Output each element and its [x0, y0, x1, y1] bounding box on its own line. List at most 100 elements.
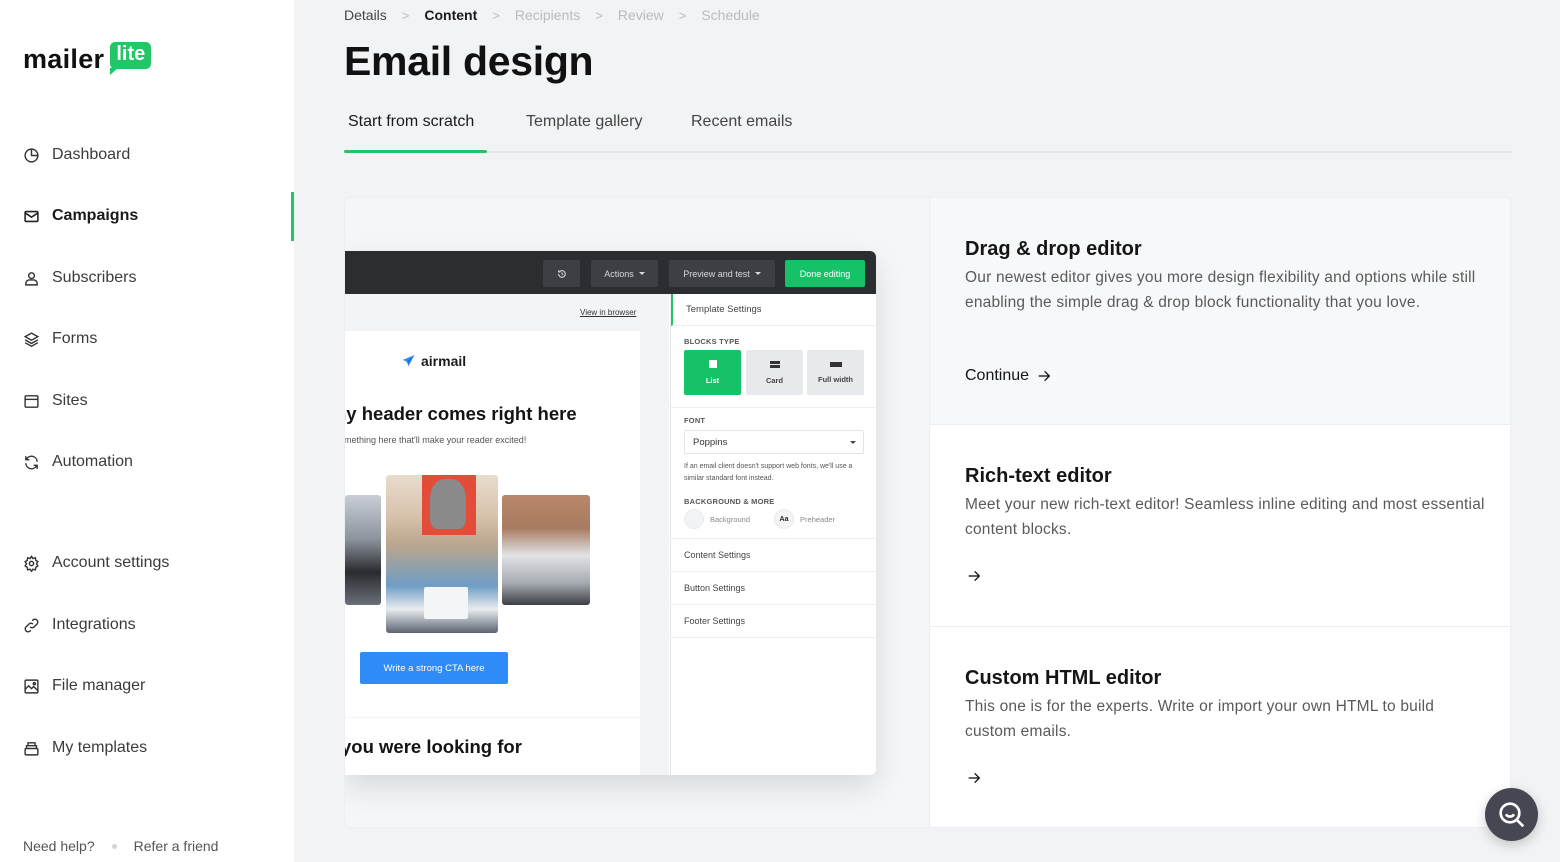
refer-friend-link[interactable]: Refer a friend	[134, 838, 219, 854]
sidebar-item-file-manager[interactable]: File manager	[22, 674, 145, 698]
continue-label: Continue	[965, 367, 1030, 384]
email-headline: ny header comes right here	[345, 403, 577, 424]
button-settings-row: Button Settings	[671, 571, 876, 604]
email-headline-2: you were looking for	[345, 736, 522, 757]
sidebar-item-campaigns[interactable]: Campaigns	[22, 204, 138, 228]
option-description: This one is for the experts. Write or im…	[965, 698, 1435, 740]
user-icon	[22, 269, 40, 287]
sidebar-item-my-templates[interactable]: My templates	[22, 736, 147, 760]
block-type-label: List	[705, 376, 720, 385]
option-description: Our newest editor gives you more design …	[965, 269, 1476, 311]
arrow-right-icon	[968, 772, 981, 784]
view-in-browser-link: View in browser	[580, 308, 637, 317]
active-tab-indicator	[344, 150, 487, 153]
preheader-label: Preheader	[800, 514, 836, 524]
arrow-right-icon	[968, 570, 981, 582]
done-editing-button: Done editing	[785, 260, 865, 287]
breadcrumb-schedule: Schedule	[701, 7, 760, 23]
background-row: Background Aa Preheader	[684, 509, 835, 529]
email-body: airmail ny header comes right here ometh…	[345, 331, 640, 717]
block-type-card: Card	[746, 350, 803, 395]
blocks-type-label: BLOCKS TYPE	[684, 337, 740, 346]
statue-shape	[430, 479, 466, 529]
sidebar-item-integrations[interactable]: Integrations	[22, 613, 136, 637]
done-editing-label: Done editing	[799, 268, 851, 279]
tab-template-gallery[interactable]: Template gallery	[526, 113, 643, 153]
font-note: If an email client doesn't support web f…	[684, 463, 853, 482]
breadcrumb-review: Review	[617, 7, 664, 23]
preheader-icon: Aa	[774, 509, 795, 529]
tab-label: Recent emails	[691, 113, 793, 130]
option-rich-text-editor[interactable]: Rich-text editor Meet your new rich-text…	[930, 425, 1510, 627]
breadcrumb-content[interactable]: Content	[424, 7, 477, 23]
email-subline: omething here that'll make your reader e…	[345, 435, 527, 445]
rich-text-arrow-button[interactable]	[965, 568, 983, 584]
email-canvas: View in browser airmail ny header comes …	[345, 294, 669, 775]
preview-test-button: Preview and test	[669, 260, 775, 287]
layers-icon	[22, 330, 40, 348]
sidebar-item-account-settings[interactable]: Account settings	[22, 551, 169, 575]
sidebar-item-subscribers[interactable]: Subscribers	[22, 266, 136, 290]
mailerlite-logo[interactable]: mailer lite	[23, 42, 152, 75]
help-chat-button[interactable]	[1485, 788, 1538, 841]
sidebar-item-forms[interactable]: Forms	[22, 327, 97, 351]
email-cta-button: Write a strong CTA here	[360, 652, 508, 684]
separator-dot	[111, 843, 117, 849]
sidebar-item-sites[interactable]: Sites	[22, 389, 88, 413]
divider	[671, 407, 876, 408]
caret-down-icon	[850, 441, 856, 444]
card-icon	[769, 360, 780, 368]
chevron-right-icon: >	[595, 7, 603, 23]
dashboard-icon	[22, 146, 40, 164]
editor-mockup: Actions Preview and test Done editing Vi…	[345, 251, 876, 775]
actions-label: Actions	[604, 268, 634, 279]
template-settings-header: Template Settings	[671, 294, 876, 326]
breadcrumb-details[interactable]: Details	[344, 7, 387, 23]
option-description: Meet your new rich-text editor! Seamless…	[965, 496, 1485, 538]
logo-text: mailer	[23, 44, 105, 74]
sidebar-item-label: Campaigns	[52, 207, 139, 224]
sidebar-item-label: File manager	[52, 677, 146, 694]
option-custom-html-editor[interactable]: Custom HTML editor This one is for the e…	[930, 627, 1510, 827]
gear-icon	[22, 554, 40, 572]
chevron-right-icon: >	[492, 7, 500, 23]
tab-recent-emails[interactable]: Recent emails	[691, 113, 792, 153]
history-icon	[557, 269, 566, 278]
editor-preview: Actions Preview and test Done editing Vi…	[345, 198, 929, 827]
sidebar-item-label: Sites	[52, 392, 88, 409]
refresh-icon	[22, 453, 40, 471]
paper-plane-icon	[402, 355, 415, 367]
tab-start-from-scratch[interactable]: Start from scratch	[348, 113, 474, 153]
sidebar-item-label: Integrations	[52, 616, 136, 633]
sidebar-item-label: Automation	[52, 453, 133, 470]
email-logo-text: airmail	[421, 353, 467, 369]
background-swatch	[684, 509, 704, 529]
chevron-right-icon: >	[401, 7, 410, 23]
tab-label: Template gallery	[526, 113, 643, 130]
breadcrumb: Details > Content > Recipients > Review …	[344, 7, 760, 23]
need-help-link[interactable]: Need help?	[23, 838, 95, 854]
sidebar-footer: Need help? Refer a friend	[23, 838, 218, 854]
sidebar-item-automation[interactable]: Automation	[22, 450, 133, 474]
sidebar-item-label: Forms	[52, 330, 98, 347]
arrow-right-icon	[1038, 370, 1051, 382]
history-button	[543, 260, 580, 287]
continue-button[interactable]: Continue	[965, 367, 1053, 385]
sidebar-item-label: Account settings	[52, 554, 170, 571]
footer-settings-row: Footer Settings	[671, 604, 876, 637]
option-drag-drop-editor[interactable]: Drag & drop editor Our newest editor giv…	[930, 198, 1510, 425]
option-title: Rich-text editor	[965, 465, 1112, 487]
email-photo-right	[502, 495, 590, 605]
square-icon	[708, 360, 717, 368]
custom-html-arrow-button[interactable]	[965, 770, 983, 786]
caret-down-icon	[638, 272, 645, 275]
full-width-icon	[829, 361, 842, 367]
template-settings-panel: Template Settings BLOCKS TYPE List Card …	[670, 294, 876, 775]
email-photo-center	[386, 475, 498, 633]
actions-button: Actions	[591, 260, 658, 287]
sidebar-item-dashboard[interactable]: Dashboard	[22, 143, 130, 167]
laptop-shape	[424, 587, 468, 619]
block-type-full-width: Full width	[807, 350, 864, 395]
editor-options: Drag & drop editor Our newest editor giv…	[929, 198, 1510, 827]
caret-down-icon	[754, 272, 761, 275]
